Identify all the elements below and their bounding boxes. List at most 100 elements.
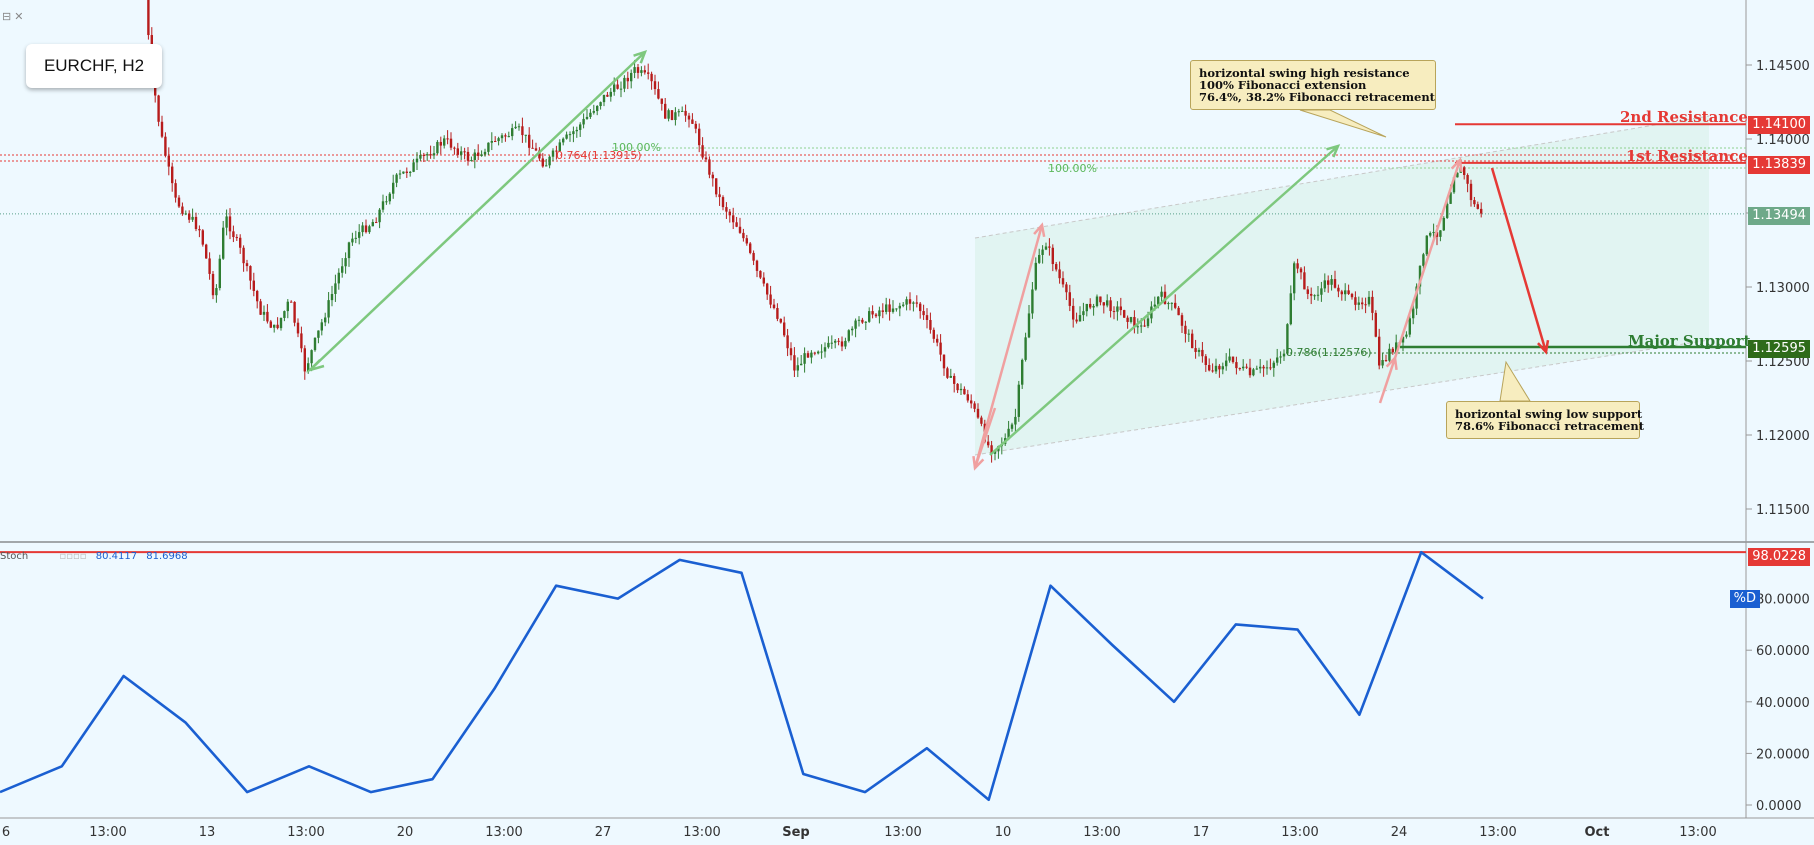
candle-body: [1388, 348, 1391, 361]
candle-body: [487, 142, 490, 152]
candle-body: [946, 368, 949, 378]
first-resistance-price: 1.13839: [1748, 156, 1810, 174]
candle-body: [490, 141, 493, 143]
time-tick-label: Oct: [1585, 825, 1610, 840]
candle-body: [521, 126, 524, 136]
stoch-level-price: 98.0228: [1748, 548, 1810, 566]
candle-body: [851, 328, 854, 331]
candle-body: [1160, 291, 1163, 297]
candle-body: [728, 211, 731, 216]
second-resistance-price: 1.14100: [1748, 116, 1810, 134]
candle-body: [517, 126, 521, 128]
candle-body: [531, 147, 534, 149]
candle-body: [232, 231, 235, 238]
candle-body: [371, 222, 374, 227]
candle-body: [1245, 366, 1248, 368]
candle-body: [249, 266, 252, 281]
candle-body: [426, 154, 429, 156]
candle-body: [888, 304, 891, 312]
candle-body: [905, 299, 908, 305]
candle-body: [1412, 308, 1415, 319]
candle-body: [772, 304, 776, 309]
candle-body: [956, 383, 959, 391]
candle-body: [1187, 333, 1190, 335]
candle-body: [1153, 304, 1156, 307]
candle-body: [1381, 360, 1384, 366]
stoch-settings-icon[interactable]: ▫▫▫▫: [59, 551, 86, 562]
candle-body: [504, 135, 507, 137]
candle-body: [980, 417, 983, 424]
candle-body: [1282, 353, 1286, 357]
time-tick-label: 24: [1391, 825, 1408, 840]
second-resistance-label: 2nd Resistance: [1620, 108, 1748, 126]
candle-body: [711, 174, 714, 179]
candle-body: [470, 159, 473, 161]
candle-body: [755, 260, 759, 271]
candle-body: [337, 272, 340, 284]
candle-body: [694, 123, 697, 129]
candle-body: [1211, 370, 1214, 372]
candle-body: [167, 155, 170, 167]
candle-body: [1442, 217, 1445, 231]
candle-body: [174, 183, 177, 198]
candle-body: [215, 288, 218, 296]
candle-body: [885, 304, 888, 312]
time-tick-label: 13:00: [683, 825, 720, 840]
candle-body: [823, 347, 827, 352]
candle-body: [1191, 333, 1194, 349]
candle-body: [1010, 424, 1014, 429]
candle-body: [1330, 279, 1333, 285]
candle-body: [1350, 293, 1354, 298]
candle-body: [813, 352, 816, 354]
candle-body: [942, 354, 946, 369]
candle-body: [218, 258, 221, 289]
price-tick-label: 1.14000: [1756, 133, 1810, 148]
time-tick-label: 17: [1193, 825, 1210, 840]
candle-body: [1279, 356, 1282, 358]
candle-body: [1384, 360, 1388, 362]
candle-body: [963, 388, 966, 395]
candle-body: [738, 226, 742, 233]
candle-body: [742, 232, 745, 239]
candle-body: [1126, 317, 1129, 322]
time-tick-label: 13:00: [1281, 825, 1318, 840]
candle-body: [1473, 200, 1476, 205]
candle-body: [735, 222, 738, 227]
resistance-note: horizontal swing high resistance 100% Fi…: [1190, 60, 1436, 110]
candle-body: [1129, 317, 1133, 322]
candle-body: [1051, 247, 1054, 265]
time-tick-label: 13:00: [1083, 825, 1120, 840]
candle-body: [579, 124, 582, 130]
candle-body: [643, 70, 646, 73]
candle-body: [293, 301, 296, 323]
candle-body: [830, 342, 833, 344]
candle-body: [1208, 364, 1211, 371]
candle-body: [171, 166, 174, 184]
time-tick-label: 10: [995, 825, 1012, 840]
candle-body: [1313, 295, 1316, 297]
candle-body: [324, 317, 327, 323]
collapse-icon[interactable]: ⊟ ✕: [2, 10, 24, 23]
candle-body: [1041, 249, 1044, 255]
candle-body: [1367, 296, 1371, 305]
candle-body: [225, 216, 228, 228]
candle-body: [1347, 290, 1350, 294]
candle-body: [548, 156, 551, 166]
candle-body: [844, 340, 847, 347]
candle-body: [609, 91, 612, 97]
candle-body: [749, 243, 752, 253]
stoch-pane: [0, 542, 1746, 818]
candle-body: [184, 213, 187, 215]
candle-body: [674, 112, 677, 120]
candle-body: [524, 134, 527, 136]
candle-body: [721, 197, 725, 208]
candle-body: [1480, 208, 1483, 214]
candle-body: [361, 225, 364, 233]
candle-body: [1429, 233, 1432, 236]
time-tick-label: 13:00: [89, 825, 126, 840]
candle-body: [759, 270, 762, 278]
candle-body: [1446, 203, 1449, 218]
candle-body: [449, 138, 453, 148]
candle-body: [966, 394, 969, 401]
candle-body: [269, 321, 272, 328]
